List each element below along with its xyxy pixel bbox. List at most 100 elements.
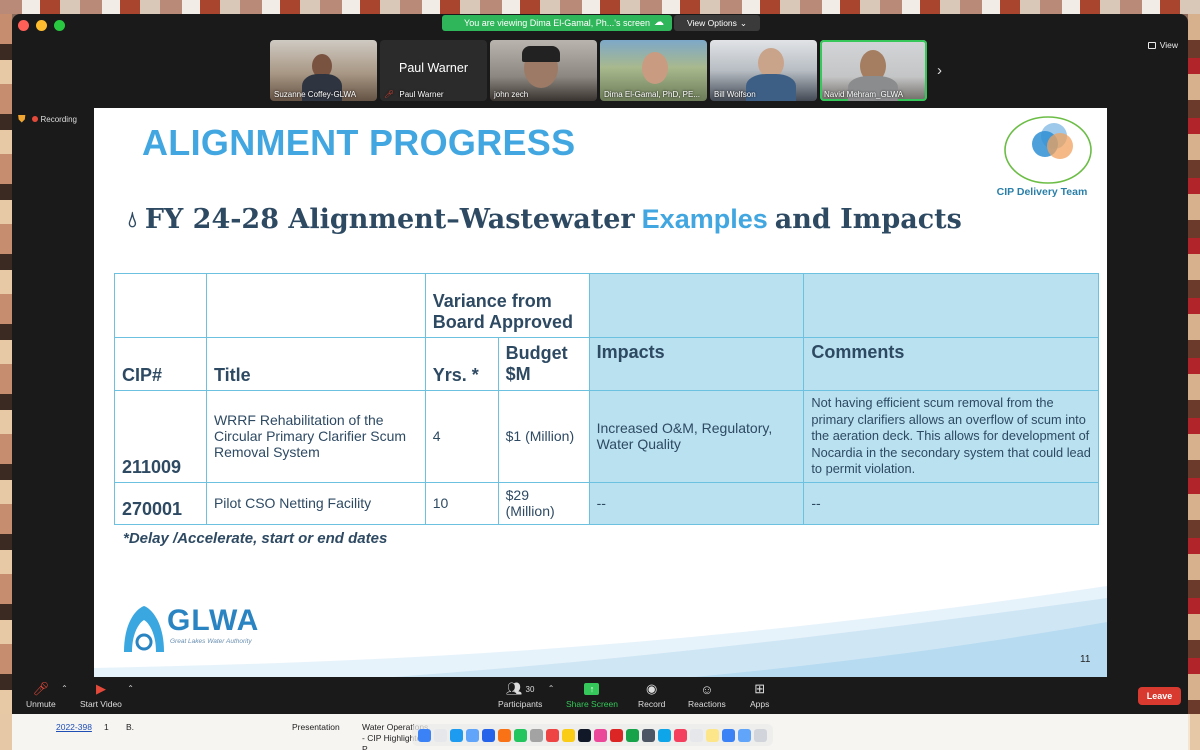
record-button[interactable]: ◉ Record [638, 681, 665, 709]
chevron-up-icon[interactable]: ⌃ [548, 684, 555, 693]
apps-button[interactable]: ⊞ Apps [750, 681, 769, 709]
participant-name: Paul Warner [399, 90, 444, 99]
subtitle-part1: FY 24-28 Alignment–Wastewater [144, 204, 635, 235]
participant-tile[interactable]: john zech [490, 40, 597, 101]
cell-title: WRRF Rehabilitation of the Circular Prim… [205, 390, 426, 483]
table-row: 270001 Pilot CSO Netting Facility 10 $29… [114, 481, 1099, 525]
table-header-row: CIP# Title Yrs. * Budget $M Impacts Comm… [114, 337, 1099, 391]
unmute-button[interactable]: 🎤︎ Unmute ⌃ [26, 681, 68, 709]
start-video-button[interactable]: ▶ Start Video ⌃ [80, 681, 134, 709]
chevron-right-icon[interactable]: › [937, 62, 942, 79]
table-footnote: *Delay /Accelerate, start or end dates [123, 530, 388, 547]
header-impacts: Impacts [588, 337, 805, 391]
participants-icon: 👥︎ 30 [506, 681, 535, 696]
participant-video [642, 52, 668, 84]
trash-icon[interactable] [754, 728, 767, 742]
glwa-logo-subtitle: Great Lakes Water Authority [170, 638, 252, 645]
chrome-icon[interactable] [626, 728, 639, 742]
participant-tile[interactable]: Paul Warner 🎤︎ Paul Warner [380, 40, 487, 101]
share-screen-button[interactable]: ↑ Share Screen [566, 681, 618, 709]
participant-tile[interactable]: Suzanne Coffey-GLWA [270, 40, 377, 101]
slide-page-number: 11 [1080, 654, 1091, 665]
mail-icon[interactable] [466, 728, 479, 742]
podcasts-icon[interactable] [674, 728, 687, 742]
cip-delivery-team-logo [1004, 116, 1092, 184]
subtitle-part2: and Impacts [774, 204, 962, 235]
news-icon[interactable] [610, 728, 623, 742]
view-options-label: View Options [686, 18, 737, 28]
participant-cap [522, 46, 560, 62]
view-options-button[interactable]: View Options ⌄ [674, 15, 760, 31]
notes-icon[interactable] [562, 728, 575, 742]
grid-view-icon [1147, 41, 1156, 49]
record-icon: ◉ [646, 681, 658, 696]
recording-dot-icon [31, 116, 38, 122]
cell-cip: 270001 [114, 481, 207, 525]
cloud-icon: ☁ [654, 17, 664, 28]
desktop-wallpaper-right [1188, 14, 1200, 750]
table-cell [588, 273, 805, 338]
unmute-label: Unmute [26, 699, 56, 709]
participant-display-name: Paul Warner [398, 61, 468, 75]
music-icon[interactable] [594, 728, 607, 742]
participant-name: Suzanne Coffey-GLWA [274, 90, 357, 99]
meeting-controls-bar: 🎤︎ Unmute ⌃ ▶ Start Video ⌃ 👥︎ 30 Partici… [12, 677, 1188, 714]
cell-budget: $29 (Million) [497, 481, 590, 525]
participant-name: Bill Wolfson [714, 90, 756, 99]
tv-icon[interactable] [578, 728, 591, 742]
participant-strip: Suzanne Coffey-GLWA Paul Warner 🎤︎ Paul … [270, 40, 927, 101]
cell-comments: -- [803, 481, 1099, 525]
stickies-icon[interactable] [706, 728, 719, 742]
participant-tile-active-speaker[interactable]: Navid Mehram_GLWA [820, 40, 927, 101]
preview-icon[interactable] [690, 728, 703, 742]
finder-icon[interactable] [418, 728, 431, 742]
shield-icon[interactable]: ⛊ [18, 114, 26, 125]
agenda-row-number: 1 [104, 722, 109, 732]
cell-comments: Not having efficient scum removal from t… [803, 390, 1099, 483]
share-screen-label: Share Screen [566, 699, 618, 709]
participant-name-row: 🎤︎ Paul Warner [384, 90, 444, 99]
messages-icon[interactable] [514, 728, 527, 742]
apps-label: Apps [750, 699, 770, 709]
cip-alignment-table: Variance from Board Approved CIP# Title … [114, 273, 1099, 525]
minimize-window-button[interactable] [36, 20, 47, 31]
chevron-down-icon: ⌄ [739, 17, 748, 28]
participant-tile[interactable]: Bill Wolfson [710, 40, 817, 101]
participants-label: Participants [498, 699, 543, 709]
muted-mic-icon: 🎤︎ [384, 90, 395, 99]
macos-dock [412, 724, 773, 746]
table-row: 211009 WRRF Rehabilitation of the Circul… [114, 390, 1099, 483]
reactions-button[interactable]: ☺ Reactions [688, 681, 726, 710]
header-title: Title [205, 337, 426, 391]
participants-button[interactable]: 👥︎ 30 Participants ⌃ [498, 681, 554, 709]
folder-icon[interactable] [722, 728, 735, 742]
downloads-icon[interactable] [738, 728, 751, 742]
calendar-icon[interactable] [546, 728, 559, 742]
zoom-icon[interactable] [482, 728, 495, 742]
apps-icon: ⊞ [754, 681, 766, 696]
agenda-row-link[interactable]: 2022-398 [56, 722, 92, 732]
firefox-icon[interactable] [498, 728, 511, 742]
share-screen-icon: ↑ [584, 683, 600, 695]
view-layout-button[interactable]: View [1147, 40, 1178, 50]
participant-tile[interactable]: Dima El-Gamal, PhD, PE... [600, 40, 707, 101]
leave-button[interactable]: Leave [1138, 687, 1181, 705]
slide-subtitle: 💧︎ FY 24-28 Alignment–Wastewater Example… [128, 204, 962, 235]
close-window-button[interactable] [18, 20, 29, 31]
chevron-up-icon[interactable]: ⌃ [61, 684, 68, 693]
launchpad-icon[interactable] [434, 728, 447, 742]
zoom-meeting-window: You are viewing Dima El-Gamal, Ph...'s s… [12, 14, 1188, 714]
participant-name: john zech [494, 90, 529, 99]
settings-icon[interactable] [642, 728, 655, 742]
chevron-up-icon[interactable]: ⌃ [127, 684, 134, 693]
safari-icon[interactable] [450, 728, 463, 742]
app-store-icon[interactable] [658, 728, 671, 742]
contacts-icon[interactable] [530, 728, 543, 742]
desktop-wallpaper-top [0, 0, 1200, 14]
fullscreen-window-button[interactable] [54, 20, 65, 31]
cell-title: Pilot CSO Netting Facility [205, 481, 426, 525]
subtitle-highlight: Examples [641, 204, 768, 234]
table-header-row: Variance from Board Approved [114, 273, 1099, 338]
header-yrs: Yrs. * [424, 337, 499, 391]
participant-name: Dima El-Gamal, PhD, PE... [604, 90, 701, 99]
